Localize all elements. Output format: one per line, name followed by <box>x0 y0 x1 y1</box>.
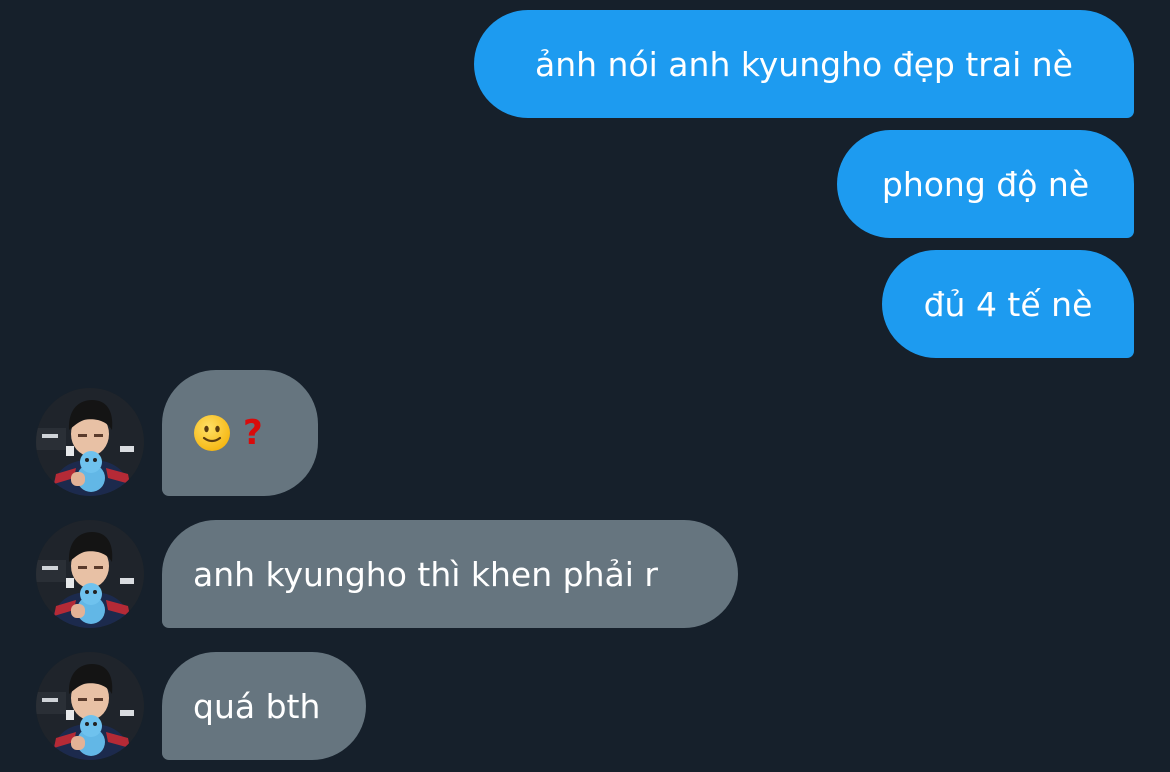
message-text: anh kyungho thì khen phải r <box>193 554 658 594</box>
avatar[interactable] <box>36 388 144 496</box>
avatar-photo <box>36 388 144 496</box>
avatar[interactable] <box>36 652 144 760</box>
avatar-photo <box>36 652 144 760</box>
outgoing-message-bubble[interactable]: đủ 4 tế nè <box>882 250 1134 358</box>
message-text: ảnh nói anh kyungho đẹp trai nè <box>535 44 1073 84</box>
message-text: quá bth <box>193 686 321 726</box>
avatar-photo <box>36 520 144 628</box>
red-question-mark-icon: ? <box>243 413 263 453</box>
emoji-message: ? <box>193 414 263 452</box>
outgoing-message-bubble[interactable]: phong độ nè <box>837 130 1134 238</box>
incoming-message-bubble[interactable]: quá bth <box>162 652 366 760</box>
outgoing-message-bubble[interactable]: ảnh nói anh kyungho đẹp trai nè <box>474 10 1134 118</box>
message-text: đủ 4 tế nè <box>923 284 1093 324</box>
avatar[interactable] <box>36 520 144 628</box>
incoming-message-bubble[interactable]: anh kyungho thì khen phải r <box>162 520 738 628</box>
slightly-smiling-face-icon <box>194 415 230 451</box>
message-text: phong độ nè <box>881 164 1090 204</box>
message-thread: ảnh nói anh kyungho đẹp trai nè phong độ… <box>0 0 1170 772</box>
incoming-message-bubble[interactable]: ? <box>162 370 318 496</box>
